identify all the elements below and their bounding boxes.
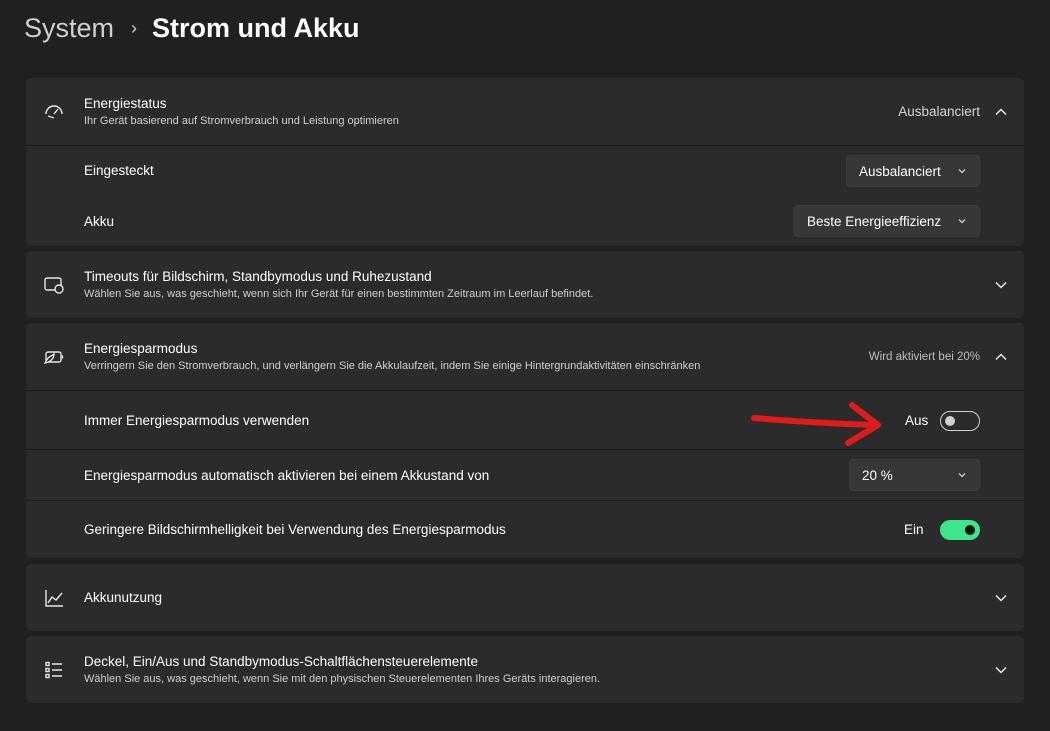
power-mode-value: Ausbalanciert	[898, 104, 980, 119]
battery-dropdown[interactable]: Beste Energieeffizienz	[794, 205, 980, 237]
plugged-in-dropdown-value: Ausbalanciert	[859, 163, 941, 179]
battery-saver-subtitle: Verringern Sie den Stromverbrauch, und v…	[84, 360, 701, 372]
breadcrumb: System › Strom und Akku	[24, 8, 360, 48]
battery-usage-card[interactable]: Akkunutzung	[26, 564, 1024, 631]
power-mode-subtitle: Ihr Gerät basierend auf Stromverbrauch u…	[84, 115, 399, 127]
auto-saver-dropdown-value: 20 %	[862, 467, 893, 483]
plugged-in-label: Eingesteckt	[84, 163, 154, 178]
chevron-down-icon	[957, 216, 967, 226]
timeouts-subtitle: Wählen Sie aus, was geschieht, wenn sich…	[84, 288, 594, 300]
brightness-toggle[interactable]	[940, 520, 980, 540]
screen-moon-icon	[43, 274, 65, 296]
lid-subtitle: Wählen Sie aus, was geschieht, wenn Sie …	[84, 673, 601, 685]
plugged-in-row: Eingesteckt Ausbalanciert	[26, 145, 1024, 196]
always-saver-toggle[interactable]	[940, 411, 980, 431]
always-saver-row: Immer Energiesparmodus verwenden Aus	[26, 390, 1024, 450]
chevron-down-icon[interactable]	[994, 663, 1008, 677]
toggle-knob	[965, 525, 975, 535]
timeouts-title: Timeouts für Bildschirm, Standbymodus un…	[84, 269, 432, 284]
chevron-down-icon	[957, 166, 967, 176]
auto-saver-label: Energiesparmodus automatisch aktivieren …	[84, 468, 490, 483]
plugged-in-dropdown[interactable]: Ausbalanciert	[846, 155, 980, 187]
lid-title: Deckel, Ein/Aus und Standbymodus-Schaltf…	[84, 654, 478, 669]
chevron-down-icon[interactable]	[994, 278, 1008, 292]
chevron-down-icon	[957, 470, 967, 480]
battery-saver-card: Energiesparmodus Verringern Sie den Stro…	[26, 323, 1024, 558]
chevron-up-icon[interactable]	[994, 105, 1008, 119]
chart-icon	[43, 587, 65, 609]
auto-saver-row: Energiesparmodus automatisch aktivieren …	[26, 449, 1024, 501]
gauge-icon	[43, 100, 65, 122]
battery-leaf-icon	[43, 346, 65, 368]
always-saver-label: Immer Energiesparmodus verwenden	[84, 413, 310, 428]
battery-saver-title: Energiesparmodus	[84, 341, 198, 356]
breadcrumb-separator: ›	[131, 17, 138, 38]
timeouts-card[interactable]: Timeouts für Bildschirm, Standbymodus un…	[26, 251, 1024, 318]
battery-row: Akku Beste Energieeffizienz	[26, 195, 1024, 246]
toggle-knob	[945, 416, 955, 426]
breadcrumb-system-link[interactable]: System	[24, 13, 114, 44]
battery-dropdown-value: Beste Energieeffizienz	[807, 213, 942, 229]
brightness-label: Geringere Bildschirmhelligkeit bei Verwe…	[84, 522, 506, 537]
power-mode-title: Energiestatus	[84, 96, 167, 111]
page-title: Strom und Akku	[152, 12, 360, 43]
brightness-state: Ein	[904, 522, 924, 537]
chevron-down-icon[interactable]	[994, 591, 1008, 605]
brightness-row: Geringere Bildschirmhelligkeit bei Verwe…	[26, 500, 1024, 558]
lid-power-buttons-card[interactable]: Deckel, Ein/Aus und Standbymodus-Schaltf…	[26, 636, 1024, 703]
list-icon	[43, 659, 65, 681]
power-mode-header[interactable]: Energiestatus Ihr Gerät basierend auf St…	[26, 78, 1024, 145]
auto-saver-dropdown[interactable]: 20 %	[849, 459, 980, 491]
battery-label: Akku	[84, 214, 115, 229]
battery-saver-status: Wird aktiviert bei 20%	[868, 351, 980, 363]
battery-usage-title: Akkunutzung	[84, 590, 163, 605]
always-saver-state: Aus	[905, 413, 929, 428]
power-mode-card: Energiestatus Ihr Gerät basierend auf St…	[26, 78, 1024, 246]
battery-saver-header[interactable]: Energiesparmodus Verringern Sie den Stro…	[26, 323, 1024, 390]
chevron-up-icon[interactable]	[994, 350, 1008, 364]
